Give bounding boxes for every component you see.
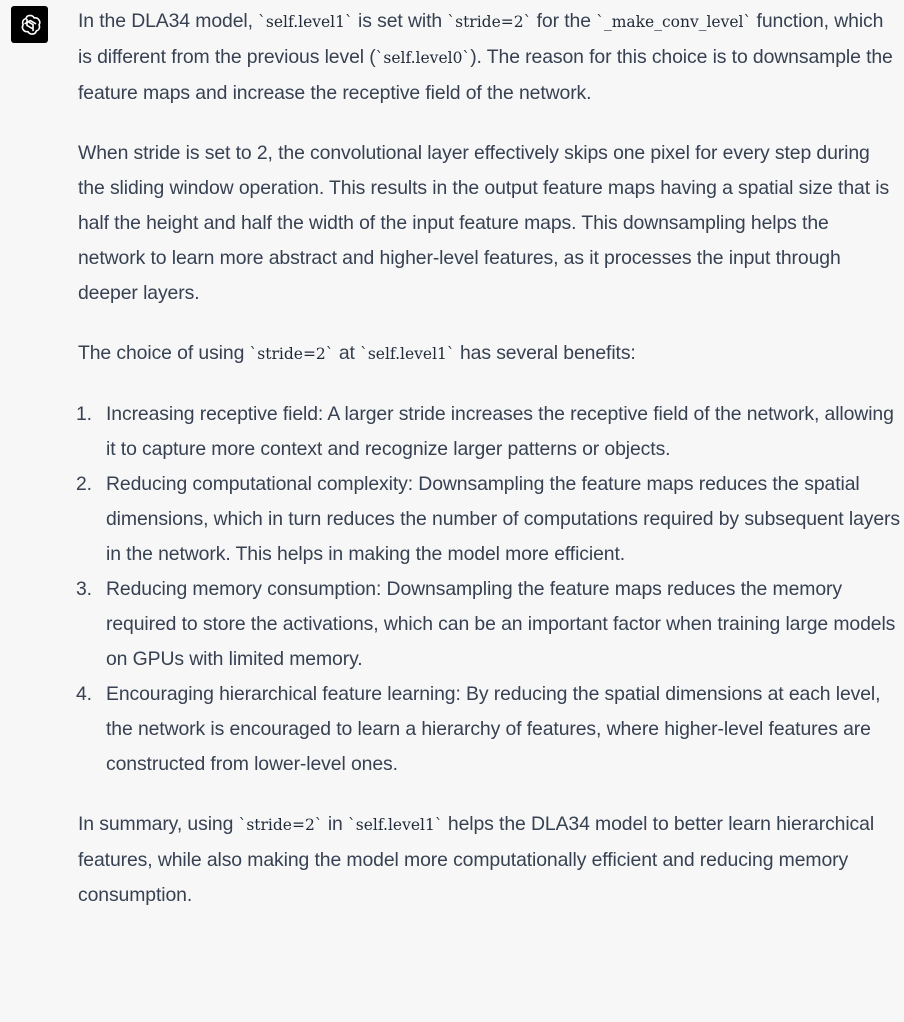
text: for the — [531, 10, 597, 32]
inline-code: `stride=2` — [447, 13, 532, 31]
list-item-text: Reducing memory consumption: Downsamplin… — [106, 578, 896, 670]
text: The choice of using — [78, 342, 250, 364]
text: at — [333, 342, 361, 364]
list-number: 1. — [76, 403, 92, 425]
text: In summary, using — [78, 813, 239, 835]
openai-logo-icon — [21, 14, 41, 35]
paragraph-stride-explanation: When stride is set to 2, the convolution… — [78, 142, 890, 304]
list-number: 3. — [76, 578, 92, 600]
text: In the DLA34 model, — [78, 10, 259, 32]
text: is set with — [352, 10, 448, 32]
inline-code: `self.level1` — [348, 816, 443, 834]
inline-code: `self.level1` — [360, 345, 455, 363]
list-item: 4. Encouraging hierarchical feature learn… — [76, 677, 900, 782]
list-item-text: Reducing computational complexity: Downs… — [106, 473, 900, 565]
paragraph-summary: In summary, using `stride=2` in `self.le… — [78, 807, 900, 913]
paragraph-benefits-intro: The choice of using `stride=2` at `self.… — [78, 336, 900, 372]
list-item-text: Increasing receptive field: A larger str… — [106, 403, 894, 460]
inline-code: `self.level0` — [375, 49, 471, 67]
paragraph-intro: In the DLA34 model, `self.level1` is set… — [78, 4, 900, 111]
list-item: 2. Reducing computational complexity: Dow… — [76, 467, 900, 572]
list-item-text: Encouraging hierarchical feature learnin… — [106, 683, 881, 775]
list-number: 4. — [76, 683, 92, 705]
list-item: 3. Reducing memory consumption: Downsampl… — [76, 572, 900, 677]
message-content: In the DLA34 model, `self.level1` is set… — [76, 4, 900, 938]
benefits-list: 1. Increasing receptive field: A larger s… — [76, 397, 900, 782]
text: in — [322, 813, 349, 835]
inline-code: `stride=2` — [238, 816, 323, 834]
list-item: 1. Increasing receptive field: A larger s… — [76, 397, 900, 467]
list-number: 2. — [76, 473, 92, 495]
inline-code: `stride=2` — [249, 345, 334, 363]
inline-code: `_make_conv_level` — [596, 13, 752, 31]
assistant-avatar — [11, 6, 48, 43]
text: has several benefits: — [454, 342, 636, 364]
assistant-message: In the DLA34 model, `self.level1` is set… — [0, 0, 904, 1022]
inline-code: `self.level1` — [258, 13, 353, 31]
